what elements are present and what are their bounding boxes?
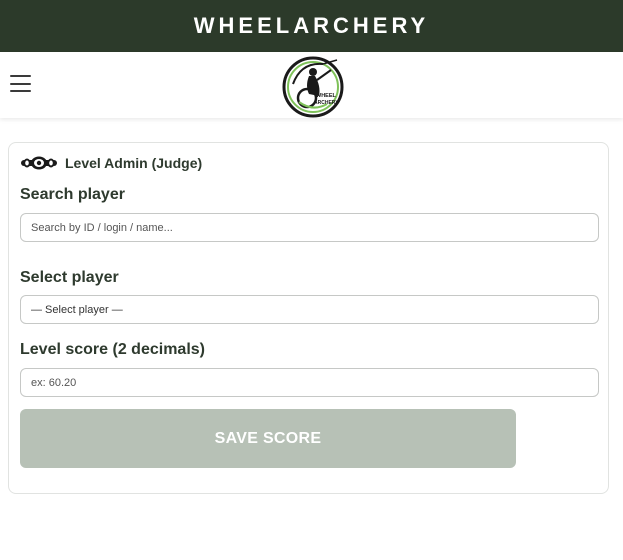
level-score-label: Level score (2 decimals) [20,341,205,358]
level-score-input[interactable] [20,368,599,397]
logo-text-wheel: WHEEL [316,93,337,99]
brand-title: WHEELARCHERY [193,13,430,38]
top-banner: WHEELARCHERY [0,0,623,52]
select-player-value: — Select player — [31,303,123,316]
panel-header: Level Admin (Judge) [21,155,202,171]
panel-title: Level Admin (Judge) [65,155,203,171]
select-player-label: Select player [20,269,119,286]
search-player-input[interactable] [20,213,599,242]
wheelarchery-logo[interactable]: WHEEL ARCHERY [279,54,347,118]
select-player-dropdown[interactable]: — Select player — [20,295,599,324]
logo-text-archery: ARCHERY [314,100,339,106]
champion-belt-icon [21,156,57,170]
search-player-label: Search player [20,186,125,203]
site-header: WHEEL ARCHERY [0,52,623,118]
level-admin-panel: Level Admin (Judge) Search player Select… [8,142,609,494]
menu-icon[interactable] [10,75,31,92]
save-score-button[interactable]: SAVE SCORE [20,409,516,468]
